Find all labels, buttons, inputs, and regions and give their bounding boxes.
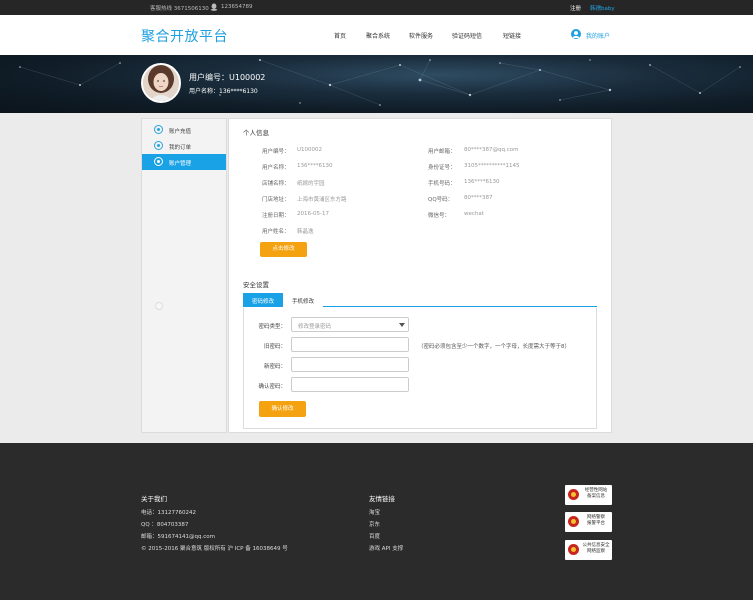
username-link[interactable]: 韩孺baby (590, 4, 615, 12)
confirm-password-label: 确认密码： (258, 384, 286, 390)
footer-copyright: © 2015-2016 聚合意筑 版权所有 沪 ICP 备 16038649 号 (141, 546, 288, 552)
site-header: 聚合开放平台 首页 聚合系统 软件服务 验证码短信 短链接 我的账户 (0, 15, 753, 55)
new-password-label: 新密码： (263, 364, 286, 370)
personal-info-title: 个人信息 (243, 129, 269, 137)
top-bar: 客服热线 3671506130 123654789 注册 韩孺baby (0, 0, 753, 15)
password-hint: （密码必须包含至少一个数字，一个字母，长度需大于等于8） (418, 344, 571, 350)
footer-email: 邮箱：591674141@qq.com (141, 534, 215, 540)
account-sidebar: 账户充值 我的订单 账户管理 (141, 118, 227, 433)
edit-info-button[interactable]: 点击修改 (260, 242, 307, 257)
sidebar-item-recharge[interactable]: 账户充值 (142, 122, 226, 138)
user-icon (571, 29, 581, 39)
police-badge-icon (568, 516, 579, 527)
qq-number: 123654789 (221, 4, 253, 10)
nav-shortlink[interactable]: 短链接 (503, 31, 521, 40)
old-password-input[interactable] (291, 337, 409, 352)
tab-password[interactable]: 密码修改 (243, 293, 283, 307)
police-badge-icon (568, 544, 579, 555)
qq-icon (210, 3, 218, 11)
badge-site-record[interactable]: 经营性网站 备案信息 (565, 485, 612, 505)
account-panel: 个人信息 用户编号： U100002 用户名称： 136****6130 店铺名… (228, 118, 612, 433)
friend-links-title: 友情链接 (369, 495, 395, 503)
user-avatar[interactable] (141, 63, 181, 103)
sidebar-item-orders[interactable]: 我的订单 (142, 138, 226, 154)
footer-link-jd[interactable]: 京东 (369, 520, 380, 528)
account-manage-icon (154, 157, 163, 166)
password-form: 密码类型： 修改登录密码 旧密码： （密码必须包含至少一个数字，一个字母，长度需… (243, 308, 597, 429)
order-icon (154, 141, 163, 150)
footer-link-baidu[interactable]: 百度 (369, 532, 380, 540)
confirm-change-button[interactable]: 确认修改 (259, 401, 306, 417)
security-settings-title: 安全设置 (243, 281, 269, 289)
decorative-dot (155, 302, 163, 310)
sidebar-item-label: 账户充值 (169, 129, 192, 135)
sidebar-item-label: 我的订单 (169, 145, 192, 151)
footer-link-taobao[interactable]: 淘宝 (369, 508, 380, 516)
my-account-label: 我的账户 (586, 33, 611, 40)
register-link[interactable]: 注册 (570, 4, 581, 12)
sidebar-item-account-manage[interactable]: 账户管理 (142, 154, 226, 170)
about-us-title: 关于我们 (141, 495, 167, 503)
nav-sms[interactable]: 验证码短信 (452, 31, 482, 40)
profile-banner (0, 55, 753, 113)
footer-link-game-api[interactable]: 游戏 API 支撑 (369, 544, 403, 552)
nav-home[interactable]: 首页 (334, 31, 346, 40)
new-password-input[interactable] (291, 357, 409, 372)
user-id-label: 用户编号：U100002 (189, 73, 266, 82)
confirm-password-input[interactable] (291, 377, 409, 392)
tab-phone[interactable]: 手机修改 (283, 293, 323, 307)
user-name-label: 用户名称：136****6130 (189, 88, 258, 95)
badge-cyber-police[interactable]: 网络警察 报警平台 (565, 512, 612, 532)
badge-info-security[interactable]: 公共信息安全 网络监察 (565, 540, 612, 560)
chevron-down-icon (399, 323, 405, 327)
hotline-text: 客服热线 3671506130 (150, 6, 209, 12)
nav-system[interactable]: 聚合系统 (366, 31, 390, 40)
password-type-select[interactable]: 修改登录密码 (291, 317, 409, 332)
footer-phone: 电话：13127760242 (141, 510, 196, 516)
site-footer: 关于我们 电话：13127760242 QQ ：804703387 邮箱：591… (0, 443, 753, 600)
password-type-value: 修改登录密码 (298, 324, 332, 330)
police-badge-icon (568, 489, 579, 500)
site-logo[interactable]: 聚合开放平台 (141, 26, 228, 46)
security-tabs: 密码修改 手机修改 (243, 293, 597, 307)
network-background (19, 59, 741, 106)
sidebar-item-label: 账户管理 (169, 161, 192, 167)
password-type-label: 密码类型： (258, 324, 286, 330)
nav-software[interactable]: 软件服务 (409, 31, 433, 40)
old-password-label: 旧密码： (263, 344, 286, 350)
footer-qq: QQ ：804703387 (141, 522, 189, 528)
wallet-icon (154, 125, 163, 134)
